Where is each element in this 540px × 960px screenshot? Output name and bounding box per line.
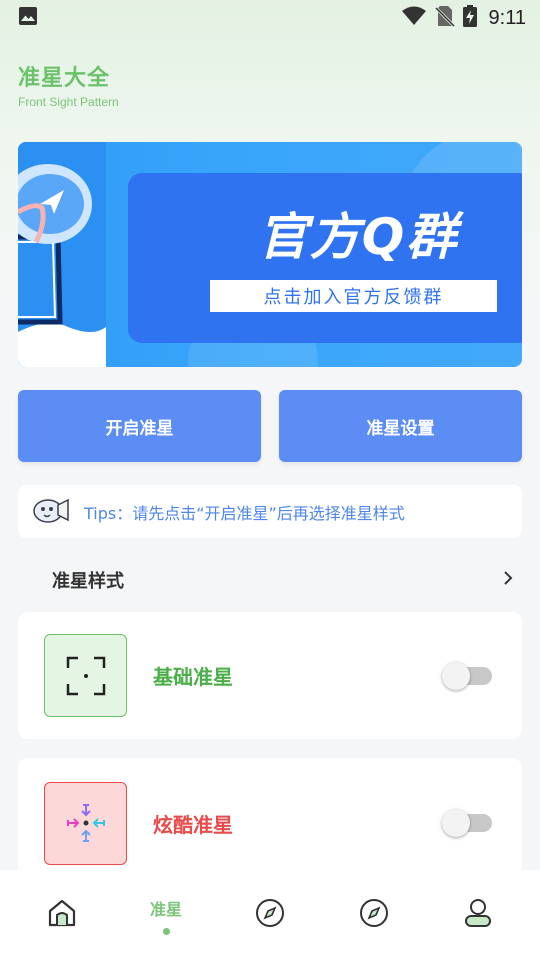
battery-charging-icon xyxy=(462,5,477,31)
style-card-basic[interactable]: 基础准星 xyxy=(18,612,522,739)
toggle-knob xyxy=(442,661,470,690)
start-crosshair-button[interactable]: 开启准星 xyxy=(18,390,261,462)
status-bar: 9:11 xyxy=(0,0,540,36)
banner-headline: 官方Q群 xyxy=(257,208,459,266)
nav-compass-1[interactable] xyxy=(230,880,310,950)
megaphone-icon xyxy=(32,495,72,529)
nav-crosshair[interactable]: 准星 xyxy=(126,880,206,950)
nav-home[interactable] xyxy=(22,880,102,950)
toggle-knob xyxy=(442,809,470,837)
nav-profile[interactable] xyxy=(438,880,518,950)
wifi-icon xyxy=(401,6,427,30)
home-icon xyxy=(46,897,78,933)
join-group-link[interactable]: 点击加入官方反馈群 xyxy=(210,280,497,312)
no-sim-icon xyxy=(434,5,455,31)
tips-bar: Tips：请先点击“开启准星”后再选择准星样式 xyxy=(18,485,522,538)
qq-group-banner[interactable]: + 官方Q群 点击加入官方反馈群 xyxy=(18,142,522,367)
cool-crosshair-icon xyxy=(44,781,127,865)
user-icon xyxy=(463,897,493,933)
nav-compass-2[interactable] xyxy=(334,880,414,950)
bottom-nav: 准星 xyxy=(0,870,540,960)
styles-section-header[interactable]: 准星样式 xyxy=(18,562,522,598)
basic-crosshair-icon xyxy=(44,634,127,717)
style-card-cool[interactable]: 炫酷准星 xyxy=(18,758,522,888)
active-indicator xyxy=(162,927,170,935)
banner-illustration: + xyxy=(18,142,106,367)
image-icon xyxy=(18,6,38,30)
style-label: 基础准星 xyxy=(153,665,233,689)
crosshair-settings-button[interactable]: 准星设置 xyxy=(279,390,522,462)
tips-text: Tips：请先点击“开启准星”后再选择准星样式 xyxy=(84,503,405,523)
compass-icon xyxy=(255,898,285,932)
app-subtitle: Front Sight Pattern xyxy=(18,95,119,109)
section-title: 准星样式 xyxy=(52,571,124,592)
nav-label: 准星 xyxy=(149,899,182,919)
style-label: 炫酷准星 xyxy=(153,812,233,837)
app-title: 准星大全 xyxy=(18,66,111,91)
status-time: 9:11 xyxy=(488,6,526,29)
basic-crosshair-toggle[interactable] xyxy=(442,661,492,690)
cool-crosshair-toggle[interactable] xyxy=(442,809,492,837)
chevron-right-icon[interactable] xyxy=(502,569,514,591)
compass-icon xyxy=(359,898,389,932)
svg-text:+: + xyxy=(74,344,86,360)
